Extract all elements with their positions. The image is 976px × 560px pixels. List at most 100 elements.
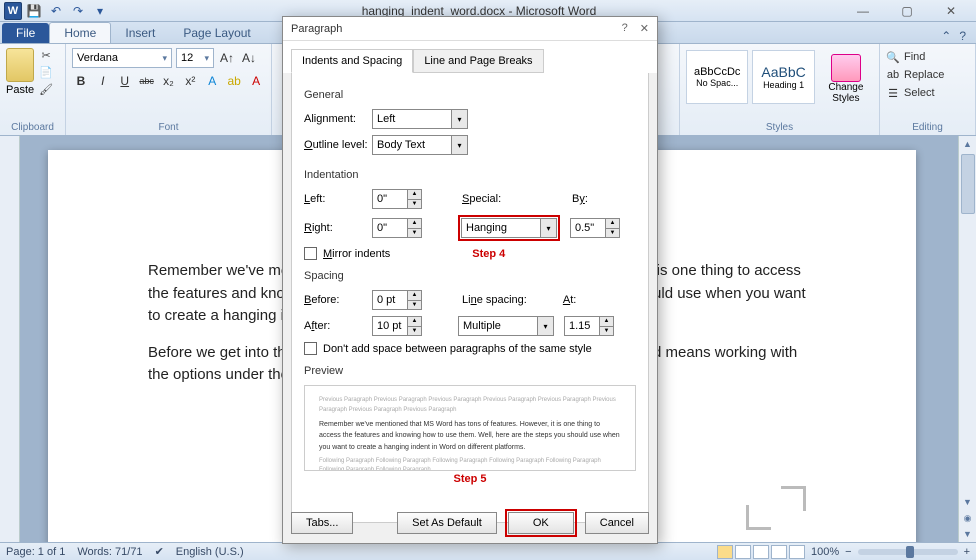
alignment-value: Left: [377, 113, 395, 125]
ok-button[interactable]: OK: [508, 512, 574, 534]
by-spinner[interactable]: 0.5"▲▼: [570, 218, 620, 238]
zoom-out-icon[interactable]: −: [845, 546, 851, 558]
tab-home[interactable]: Home: [49, 22, 111, 43]
dialog-help-icon[interactable]: ?: [622, 22, 628, 35]
font-name-combo[interactable]: Verdana▾: [72, 48, 172, 68]
ribbon-minimize-icon[interactable]: ⌃: [941, 29, 951, 43]
font-color-icon[interactable]: A: [247, 72, 265, 90]
outline-combo[interactable]: Body Text▾: [372, 135, 468, 155]
style-heading-1[interactable]: AaBbC Heading 1: [752, 50, 814, 104]
grow-font-icon[interactable]: A↑: [218, 49, 236, 67]
spin-up-icon[interactable]: ▲: [408, 317, 421, 327]
qat-dropdown-icon[interactable]: ▾: [92, 3, 108, 19]
save-icon[interactable]: 💾: [26, 3, 42, 19]
find-button[interactable]: 🔍Find: [886, 48, 969, 66]
dialog-body: General Alignment: Left▾ Outline level: …: [291, 73, 649, 523]
file-tab[interactable]: File: [2, 23, 49, 43]
paste-button[interactable]: Paste: [6, 48, 34, 96]
set-default-button[interactable]: Set As Default: [397, 512, 497, 534]
special-value: Hanging: [466, 222, 507, 234]
indent-right-label: Right:: [304, 222, 372, 234]
next-page-icon[interactable]: ▼: [959, 526, 976, 542]
vertical-scrollbar[interactable]: ▲ ▼ ◉ ▼: [958, 136, 976, 542]
spin-up-icon[interactable]: ▲: [600, 317, 613, 327]
copy-icon[interactable]: 📄: [38, 65, 54, 79]
full-screen-view[interactable]: [735, 545, 751, 559]
web-layout-view[interactable]: [753, 545, 769, 559]
zoom-slider[interactable]: [858, 549, 958, 555]
spin-up-icon[interactable]: ▲: [408, 291, 421, 301]
spin-up-icon[interactable]: ▲: [408, 190, 421, 200]
indent-left-spinner[interactable]: 0"▲▼: [372, 189, 422, 209]
help-icon[interactable]: ?: [959, 29, 966, 43]
text-effects-icon[interactable]: A: [203, 72, 221, 90]
indent-right-spinner[interactable]: 0"▲▼: [372, 218, 422, 238]
italic-button[interactable]: I: [94, 72, 112, 90]
page-count[interactable]: Page: 1 of 1: [6, 546, 65, 558]
spin-down-icon[interactable]: ▼: [408, 301, 421, 310]
scroll-thumb[interactable]: [961, 154, 975, 214]
tab-insert[interactable]: Insert: [111, 23, 169, 43]
before-spinner[interactable]: 0 pt▲▼: [372, 290, 422, 310]
crop-marks: [746, 486, 806, 530]
maximize-button[interactable]: ▢: [894, 2, 920, 20]
print-layout-view[interactable]: [717, 545, 733, 559]
after-spinner[interactable]: 10 pt▲▼: [372, 316, 422, 336]
special-combo[interactable]: Hanging▾: [461, 218, 557, 238]
scroll-down-icon[interactable]: ▼: [959, 494, 976, 510]
style-sample: AaBbC: [761, 64, 805, 80]
zoom-thumb[interactable]: [906, 546, 914, 558]
minimize-button[interactable]: —: [850, 2, 876, 20]
bold-button[interactable]: B: [72, 72, 90, 90]
alignment-combo[interactable]: Left▾: [372, 109, 468, 129]
tab-line-page-breaks[interactable]: Line and Page Breaks: [413, 49, 543, 73]
tab-page-layout[interactable]: Page Layout: [169, 23, 264, 43]
replace-button[interactable]: abReplace: [886, 66, 969, 84]
at-spinner[interactable]: 1.15▲▼: [564, 316, 614, 336]
spin-down-icon[interactable]: ▼: [600, 327, 613, 336]
dialog-close-icon[interactable]: ✕: [640, 22, 649, 35]
language-status[interactable]: English (U.S.): [176, 546, 244, 558]
strike-button[interactable]: abc: [138, 72, 156, 90]
redo-icon[interactable]: ↷: [70, 3, 86, 19]
dialog-titlebar: Paragraph ? ✕: [283, 17, 657, 41]
undo-icon[interactable]: ↶: [48, 3, 64, 19]
tabs-button[interactable]: Tabs...: [291, 512, 353, 534]
style-no-spacing[interactable]: aBbCcDc No Spac...: [686, 50, 748, 104]
preview-next-text: Following Paragraph Following Paragraph …: [319, 457, 621, 471]
replace-icon: ab: [886, 68, 900, 82]
spin-down-icon[interactable]: ▼: [606, 229, 619, 238]
mirror-indents-checkbox[interactable]: [304, 247, 317, 260]
shrink-font-icon[interactable]: A↓: [240, 49, 258, 67]
paste-label: Paste: [6, 84, 34, 96]
spellcheck-icon[interactable]: ✔: [155, 545, 164, 558]
word-count[interactable]: Words: 71/71: [77, 546, 142, 558]
outline-view[interactable]: [771, 545, 787, 559]
scroll-up-icon[interactable]: ▲: [959, 136, 976, 152]
zoom-level[interactable]: 100%: [811, 546, 839, 558]
format-painter-icon[interactable]: 🖌: [38, 82, 54, 96]
dont-add-space-checkbox[interactable]: [304, 342, 317, 355]
spin-up-icon[interactable]: ▲: [408, 219, 421, 229]
line-spacing-combo[interactable]: Multiple▾: [458, 316, 554, 336]
tab-indents-spacing[interactable]: Indents and Spacing: [291, 49, 413, 73]
prev-page-icon[interactable]: ◉: [959, 510, 976, 526]
step5-highlight: OK: [505, 509, 577, 537]
change-styles-button[interactable]: Change Styles: [819, 50, 873, 104]
subscript-button[interactable]: x₂: [160, 72, 178, 90]
cancel-button[interactable]: Cancel: [585, 512, 649, 534]
spin-down-icon[interactable]: ▼: [408, 327, 421, 336]
draft-view[interactable]: [789, 545, 805, 559]
spin-down-icon[interactable]: ▼: [408, 229, 421, 238]
cut-icon[interactable]: ✂: [38, 48, 54, 62]
underline-button[interactable]: U: [116, 72, 134, 90]
statusbar: Page: 1 of 1 Words: 71/71 ✔ English (U.S…: [0, 542, 976, 560]
close-button[interactable]: ✕: [938, 2, 964, 20]
zoom-in-icon[interactable]: +: [964, 546, 970, 558]
spin-up-icon[interactable]: ▲: [606, 219, 619, 229]
superscript-button[interactable]: x²: [181, 72, 199, 90]
highlight-icon[interactable]: ab: [225, 72, 243, 90]
select-button[interactable]: ☰Select: [886, 84, 969, 102]
font-size-combo[interactable]: 12▾: [176, 48, 214, 68]
spin-down-icon[interactable]: ▼: [408, 200, 421, 209]
